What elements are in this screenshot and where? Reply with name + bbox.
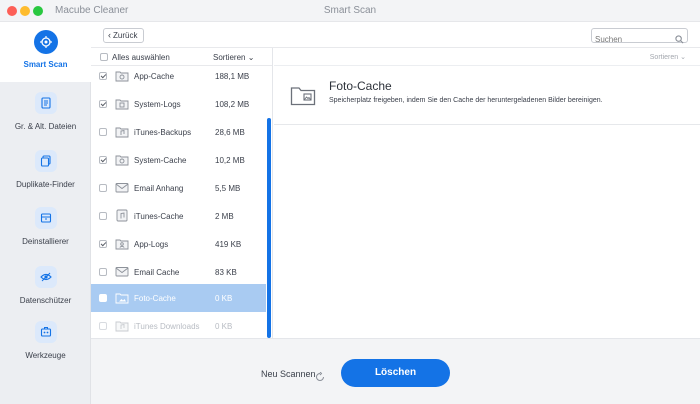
sidebar-item-label: Gr. & Alt. Dateien bbox=[14, 122, 77, 131]
chevron-down-icon: ⌄ bbox=[680, 54, 686, 61]
row-size: 419 KB bbox=[215, 240, 242, 249]
list-item[interactable]: App-Logs 419 KB bbox=[91, 230, 266, 258]
row-size: 0 KB bbox=[215, 294, 233, 303]
list-item[interactable]: Email Cache 83 KB bbox=[91, 258, 266, 286]
detail-title: Foto-Cache bbox=[329, 79, 392, 93]
duplicate-icon bbox=[35, 150, 57, 172]
sidebar-item-large-old-files[interactable]: Gr. & Alt. Dateien bbox=[0, 84, 91, 144]
scan-result-list: Alles auswählen Sortieren ⌄ App-Cache 18… bbox=[91, 48, 273, 338]
row-checkbox[interactable] bbox=[99, 322, 107, 330]
row-name: iTunes Downloads bbox=[134, 322, 200, 331]
list-scrollbar[interactable] bbox=[267, 118, 271, 338]
row-size: 10,2 MB bbox=[215, 156, 245, 165]
music-folder-icon bbox=[115, 319, 129, 332]
row-checkbox[interactable] bbox=[99, 212, 107, 220]
row-checkbox[interactable] bbox=[99, 72, 107, 80]
rescan-button[interactable]: Neu Scannen bbox=[261, 369, 316, 379]
row-checkbox[interactable] bbox=[99, 100, 107, 108]
search-box[interactable] bbox=[591, 28, 688, 46]
music-note-icon bbox=[115, 209, 129, 222]
target-icon bbox=[34, 30, 58, 54]
mail-icon bbox=[115, 181, 129, 194]
list-item[interactable]: System-Logs 108,2 MB bbox=[91, 90, 266, 118]
list-item[interactable]: App-Cache 188,1 MB bbox=[91, 62, 266, 90]
row-name: App-Logs bbox=[134, 240, 169, 249]
refresh-icon[interactable] bbox=[315, 369, 325, 387]
sidebar-item-tools[interactable]: Werkzeuge bbox=[0, 313, 91, 373]
row-size: 108,2 MB bbox=[215, 100, 250, 109]
sort-button[interactable]: Sortieren ⌄ bbox=[213, 53, 254, 62]
footer: Neu Scannen Löschen bbox=[91, 338, 700, 404]
sidebar-item-smart-scan[interactable]: Smart Scan bbox=[0, 22, 91, 82]
row-name: Email Anhang bbox=[134, 184, 184, 193]
row-size: 2 MB bbox=[215, 212, 234, 221]
row-name: System-Logs bbox=[134, 100, 181, 109]
gear-folder-icon bbox=[115, 153, 129, 166]
detail-sort-label: Sortieren bbox=[649, 54, 679, 61]
list-item[interactable]: iTunes Downloads 0 KB bbox=[91, 312, 266, 338]
sidebar-item-label: Deinstallierer bbox=[22, 237, 69, 246]
privacy-eye-icon bbox=[35, 266, 57, 288]
row-name: System-Cache bbox=[134, 156, 187, 165]
list-item-selected[interactable]: Foto-Cache 0 KB bbox=[91, 284, 266, 312]
sidebar-item-duplicate-finder[interactable]: Duplikate-Finder bbox=[0, 142, 91, 202]
sidebar: Smart Scan Gr. & Alt. Dateien Duplikate-… bbox=[0, 22, 91, 404]
window-title: Smart Scan bbox=[323, 5, 377, 16]
delete-button[interactable]: Löschen bbox=[341, 359, 450, 387]
sort-label: Sortieren bbox=[213, 53, 246, 62]
chevron-down-icon: ⌄ bbox=[247, 53, 255, 62]
row-size: 5,5 MB bbox=[215, 184, 241, 193]
list-item[interactable]: iTunes-Cache 2 MB bbox=[91, 202, 266, 230]
row-name: Email Cache bbox=[134, 268, 180, 277]
detail-panel: Sortieren ⌄ Foto-Cache Speicherplatz fre… bbox=[274, 48, 700, 338]
sidebar-item-label: Werkzeuge bbox=[25, 351, 66, 360]
row-checkbox[interactable] bbox=[99, 128, 107, 136]
detail-sort-button[interactable]: Sortieren ⌄ bbox=[650, 53, 686, 61]
back-button-label: Zurück bbox=[113, 31, 138, 40]
sidebar-item-uninstaller[interactable]: Deinstallierer bbox=[0, 199, 91, 259]
photo-folder-icon bbox=[290, 84, 316, 111]
document-icon bbox=[35, 92, 57, 114]
select-all-checkbox[interactable] bbox=[100, 53, 108, 61]
divider bbox=[274, 124, 700, 125]
row-name: iTunes-Cache bbox=[134, 212, 184, 221]
divider bbox=[274, 65, 700, 66]
row-checkbox[interactable] bbox=[99, 294, 107, 302]
list-item[interactable]: System-Cache 10,2 MB bbox=[91, 146, 266, 174]
detail-description: Speicherplatz freigeben, indem Sie den C… bbox=[329, 97, 603, 104]
row-name: App-Cache bbox=[134, 72, 175, 81]
row-size: 28,6 MB bbox=[215, 128, 245, 137]
title-bar: Macube Cleaner Smart Scan bbox=[0, 0, 700, 22]
toolbar: ‹ Zurück bbox=[91, 22, 700, 48]
sidebar-item-label: Duplikate-Finder bbox=[16, 180, 75, 189]
user-folder-icon bbox=[115, 237, 129, 250]
mail-icon bbox=[115, 265, 129, 278]
row-checkbox[interactable] bbox=[99, 156, 107, 164]
chevron-left-icon: ‹ bbox=[108, 30, 111, 40]
list-item[interactable]: iTunes-Backups 28,6 MB bbox=[91, 118, 266, 146]
back-button[interactable]: ‹ Zurück bbox=[103, 28, 145, 43]
toolbox-icon bbox=[35, 321, 57, 343]
music-folder-icon bbox=[115, 125, 129, 138]
list-item[interactable]: Email Anhang 5,5 MB bbox=[91, 174, 266, 202]
photo-folder-icon bbox=[115, 291, 129, 304]
gear-folder-icon bbox=[115, 69, 129, 82]
row-size: 188,1 MB bbox=[215, 72, 250, 81]
row-checkbox[interactable] bbox=[99, 184, 107, 192]
search-icon[interactable] bbox=[675, 31, 684, 49]
sidebar-item-label: Smart Scan bbox=[23, 60, 68, 69]
row-checkbox[interactable] bbox=[99, 240, 107, 248]
row-name: iTunes-Backups bbox=[134, 128, 192, 137]
row-size: 83 KB bbox=[215, 268, 237, 277]
sidebar-item-label: Datenschützer bbox=[19, 296, 72, 305]
row-name: Foto-Cache bbox=[134, 294, 176, 303]
log-folder-icon bbox=[115, 97, 129, 110]
uninstall-icon bbox=[35, 207, 57, 229]
select-all-label[interactable]: Alles auswählen bbox=[112, 53, 170, 62]
search-input[interactable] bbox=[592, 33, 672, 46]
row-checkbox[interactable] bbox=[99, 268, 107, 276]
row-size: 0 KB bbox=[215, 322, 233, 331]
sidebar-item-privacy[interactable]: Datenschützer bbox=[0, 258, 91, 318]
